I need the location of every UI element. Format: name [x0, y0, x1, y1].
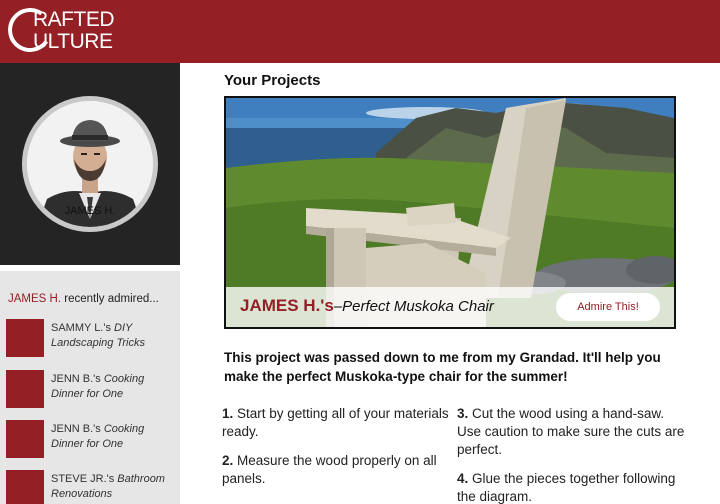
logo-line-1: RAFTED [33, 8, 115, 31]
recently-admired-panel: JAMES H. recently admired... SAMMY L.'s … [0, 265, 180, 504]
step-item: 2. Measure the wood properly on all pane… [222, 453, 437, 486]
admired-item[interactable]: JENN B.'s Cooking Dinner for One [6, 370, 176, 408]
admired-item-text[interactable]: STEVE JR.'s Bathroom Renovations [51, 472, 179, 502]
crafted-culture-logo[interactable]: RAFTED ULTURE [4, 4, 138, 57]
page-title: Your Projects [224, 72, 321, 89]
profile-name: JAMES H. [64, 205, 116, 217]
logo-line-2: ULTURE [33, 30, 113, 53]
admire-this-button[interactable]: Admire This! [556, 293, 660, 321]
profile-panel: JAMES H. [0, 63, 180, 265]
project-title[interactable]: –Perfect Muskoka Chair [334, 298, 494, 315]
step-item: 3. Cut the wood using a hand-saw. Use ca… [457, 406, 685, 457]
recently-admired-heading: JAMES H. recently admired... [8, 293, 159, 305]
project-owner[interactable]: JAMES H.'s [240, 296, 334, 315]
step-item: 1. Start by getting all of your material… [222, 406, 449, 439]
site-header: RAFTED ULTURE [0, 0, 720, 63]
admired-item-text[interactable]: JENN B.'s Cooking Dinner for One [51, 372, 179, 402]
admired-item-thumbnail[interactable] [6, 319, 44, 357]
admired-item[interactable]: SAMMY L.'s DIY Landscaping Tricks [6, 319, 176, 357]
heading-user-name[interactable]: JAMES H. [8, 293, 61, 305]
admired-item-text[interactable]: SAMMY L.'s DIY Landscaping Tricks [51, 321, 179, 351]
project-intro: This project was passed down to me from … [224, 350, 661, 384]
admired-item-text[interactable]: JENN B.'s Cooking Dinner for One [51, 422, 179, 452]
project-hero[interactable]: JAMES H.'s–Perfect Muskoka Chair Admire … [224, 96, 676, 329]
admired-item[interactable]: STEVE JR.'s Bathroom Renovations [6, 470, 176, 504]
step-item: 4. Glue the pieces together following th… [457, 471, 676, 504]
admired-item-thumbnail[interactable] [6, 420, 44, 458]
project-caption-bar: JAMES H.'s–Perfect Muskoka Chair Admire … [226, 287, 674, 327]
admired-item[interactable]: JENN B.'s Cooking Dinner for One [6, 420, 176, 458]
project-caption[interactable]: JAMES H.'s–Perfect Muskoka Chair [240, 296, 494, 316]
admired-item-thumbnail[interactable] [6, 470, 44, 504]
admired-item-thumbnail[interactable] [6, 370, 44, 408]
heading-text: recently admired... [61, 293, 159, 305]
avatar[interactable]: JAMES H. [22, 96, 158, 232]
